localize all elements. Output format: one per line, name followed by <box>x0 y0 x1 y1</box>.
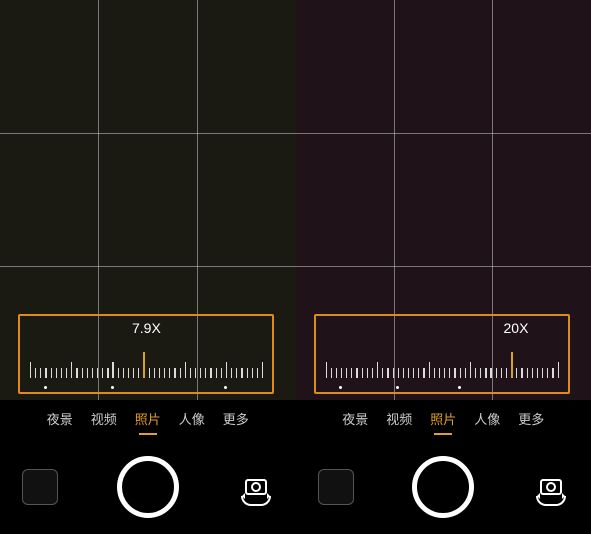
mode-tabs: 夜景 视频 照片 人像 更多 <box>296 406 591 434</box>
grid-line <box>296 266 591 267</box>
mode-more[interactable]: 更多 <box>518 409 544 432</box>
mode-portrait[interactable]: 人像 <box>474 409 500 432</box>
zoom-ticks[interactable] <box>316 350 568 378</box>
camera-panel-right: 20X 夜景 视频 照片 人像 更多 <box>296 0 591 534</box>
bottom-controls <box>296 442 591 532</box>
grid-line <box>296 133 591 134</box>
mode-video[interactable]: 视频 <box>386 409 412 432</box>
shutter-button[interactable] <box>117 456 179 518</box>
mode-tabs: 夜景 视频 照片 人像 更多 <box>0 406 296 434</box>
mode-portrait[interactable]: 人像 <box>179 409 205 432</box>
switch-camera-icon[interactable] <box>238 469 274 505</box>
zoom-slider-box: 7.9X <box>18 314 274 394</box>
gallery-thumbnail[interactable] <box>318 469 354 505</box>
bottom-controls <box>0 442 296 532</box>
mode-night[interactable]: 夜景 <box>47 409 73 432</box>
zoom-value: 7.9X <box>132 320 161 336</box>
mode-photo[interactable]: 照片 <box>430 409 456 432</box>
mode-night[interactable]: 夜景 <box>342 409 368 432</box>
viewfinder[interactable]: 7.9X <box>0 0 296 400</box>
shutter-button[interactable] <box>412 456 474 518</box>
mode-photo[interactable]: 照片 <box>135 409 161 432</box>
camera-panel-left: 7.9X 夜景 视频 照片 人像 更多 <box>0 0 296 534</box>
zoom-ticks[interactable] <box>20 350 272 378</box>
grid-line <box>0 133 296 134</box>
mode-more[interactable]: 更多 <box>223 409 249 432</box>
gallery-thumbnail[interactable] <box>22 469 58 505</box>
zoom-dots <box>20 383 272 389</box>
mode-video[interactable]: 视频 <box>91 409 117 432</box>
zoom-dots <box>316 383 568 389</box>
zoom-slider-box: 20X <box>314 314 570 394</box>
grid-line <box>0 266 296 267</box>
viewfinder[interactable]: 20X <box>296 0 591 400</box>
zoom-value: 20X <box>504 320 529 336</box>
switch-camera-icon[interactable] <box>533 469 569 505</box>
